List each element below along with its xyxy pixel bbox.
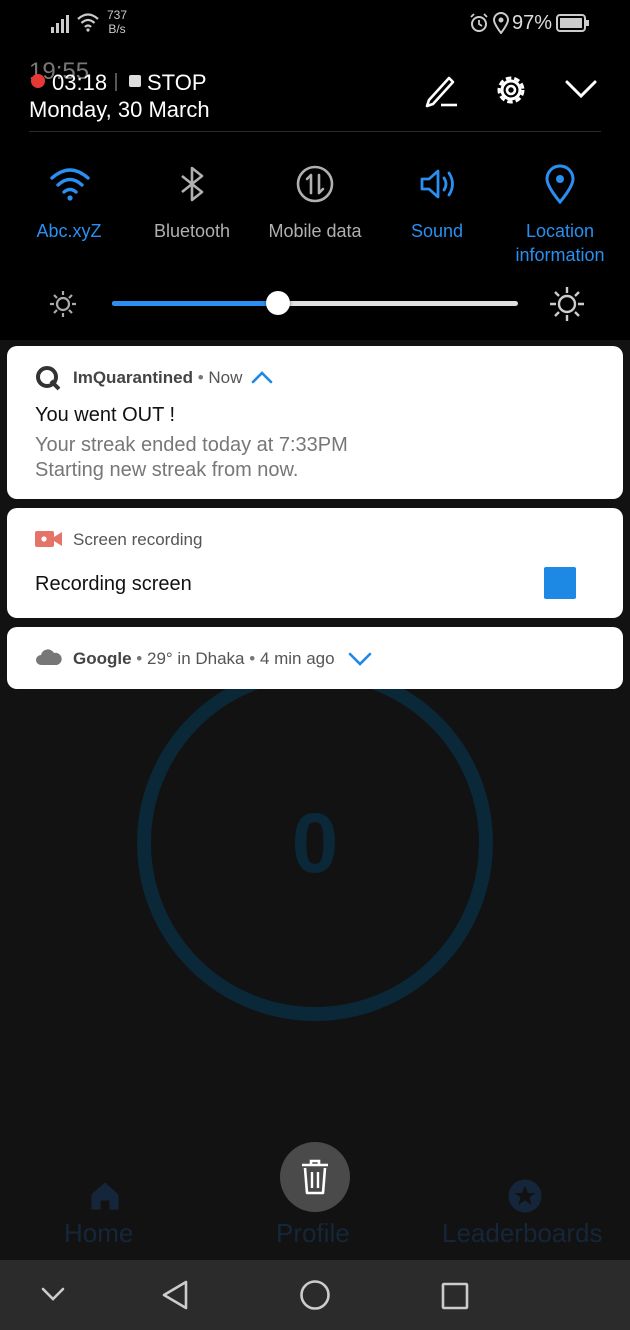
network-speed-value: 737 <box>107 8 128 22</box>
wifi-icon[interactable] <box>48 162 92 206</box>
imquarantined-app-icon <box>36 366 61 391</box>
header-divider <box>115 73 117 91</box>
edit-icon[interactable] <box>423 72 459 108</box>
notification-card-imquarantined[interactable]: ImQuarantined • Now You went OUT ! Your … <box>7 346 623 499</box>
trash-icon <box>302 1159 328 1195</box>
qs-label-location[interactable]: Location information <box>499 219 621 267</box>
video-camera-icon <box>35 531 62 547</box>
notification-body-line2: Starting new streak from now. <box>35 459 299 481</box>
recording-indicator <box>31 74 45 88</box>
bluetooth-icon[interactable] <box>170 162 214 206</box>
chevron-down-icon[interactable] <box>564 78 598 100</box>
battery-icon <box>556 14 589 32</box>
date-label: Monday, 30 March <box>29 97 210 122</box>
network-speed-unit: B/s <box>108 22 126 36</box>
qs-label-sound[interactable]: Sound <box>376 219 498 243</box>
brightness-slider-thumb[interactable] <box>266 291 290 315</box>
brightness-track[interactable] <box>112 291 518 315</box>
notification-title: Recording screen <box>35 573 192 595</box>
recents-icon[interactable] <box>441 1282 469 1310</box>
cloud-icon <box>36 649 62 665</box>
alarm-icon <box>470 13 488 32</box>
bottom-nav-leaderboards[interactable]: Leaderboards <box>442 1218 602 1249</box>
notification-app-name: Screen recording <box>73 530 203 549</box>
bottom-nav-home[interactable]: Home <box>64 1218 133 1249</box>
notification-app-name: ImQuarantined <box>73 368 193 387</box>
qs-label-wifi[interactable]: Abc.xyZ <box>8 219 130 243</box>
counter-value: 0 <box>291 795 339 890</box>
sound-icon[interactable] <box>416 162 460 206</box>
chevron-up-icon[interactable] <box>251 369 273 385</box>
notification-card-screen-recording[interactable]: Screen recording Recording screen <box>7 508 623 618</box>
clear-all-button[interactable] <box>280 1142 350 1212</box>
signal-icon <box>51 15 69 33</box>
wifi-status-icon <box>77 13 99 32</box>
notification-time: Now <box>208 368 243 387</box>
back-icon[interactable] <box>160 1279 190 1311</box>
system-nav-bar <box>0 1260 630 1330</box>
header-separator <box>29 131 601 132</box>
recording-time: 03:18 <box>52 70 108 95</box>
mobile-data-icon[interactable] <box>293 162 337 206</box>
brightness-low-icon <box>50 291 76 317</box>
notification-body-line1: Your streak ended today at 7:33PM <box>35 434 348 456</box>
counter-ring: 0 <box>137 665 493 1021</box>
network-speed: 737 B/s <box>107 8 127 36</box>
brightness-high-icon <box>550 287 584 321</box>
home-icon[interactable] <box>87 1178 123 1214</box>
chevron-down-icon[interactable] <box>348 651 372 667</box>
settings-gear-icon[interactable] <box>492 71 530 109</box>
notification-title: You went OUT ! <box>35 404 176 426</box>
notification-time: 4 min ago <box>259 649 335 668</box>
weather-detail: 29° in Dhaka <box>146 649 245 668</box>
notification-card-google[interactable]: Google • 29° in Dhaka • 4 min ago <box>7 627 623 689</box>
stop-recording-square-button[interactable] <box>544 567 576 599</box>
qs-label-mobile-data[interactable]: Mobile data <box>254 219 376 243</box>
notification-app-name: Google <box>73 649 132 668</box>
location-status-icon <box>493 12 509 34</box>
stop-recording-button[interactable]: STOP <box>147 70 207 96</box>
bottom-nav-profile[interactable]: Profile <box>276 1218 350 1249</box>
location-icon[interactable] <box>538 162 582 206</box>
star-icon[interactable] <box>507 1178 543 1214</box>
battery-percent: 97% <box>512 12 553 34</box>
home-nav-icon[interactable] <box>299 1279 331 1311</box>
qs-label-bluetooth[interactable]: Bluetooth <box>131 219 253 243</box>
nav-collapse-icon[interactable] <box>40 1284 66 1304</box>
stop-icon[interactable] <box>129 75 141 87</box>
brightness-fill <box>112 301 278 306</box>
